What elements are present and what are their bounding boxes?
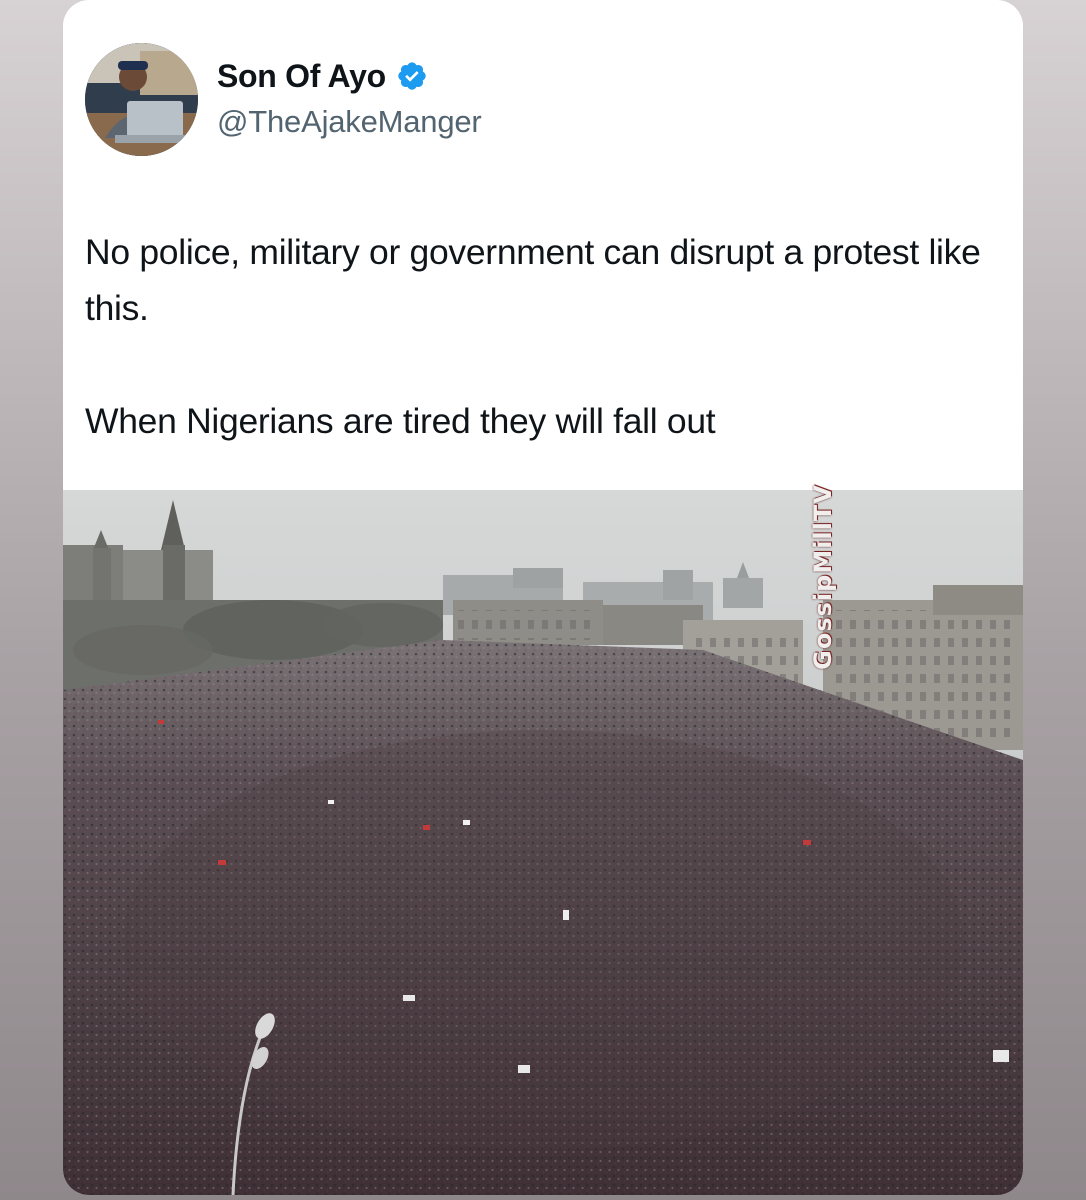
tweet-paragraph: When Nigerians are tired they will fall …: [85, 401, 716, 441]
author-display-name[interactable]: Son Of Ayo: [217, 58, 386, 95]
tweet-header: Son Of Ayo @TheAjakeManger No police, mi…: [63, 0, 1023, 490]
author-name-row: Son Of Ayo: [217, 56, 428, 96]
watermark-logo: GossipMillTV: [803, 462, 843, 692]
watermark-text: GossipMillTV: [809, 484, 838, 670]
tweet-photo[interactable]: [63, 490, 1023, 1195]
tweet-paragraph: No police, military or government can di…: [85, 232, 981, 328]
tweet-body: No police, military or government can di…: [85, 224, 1005, 449]
verified-badge-icon: [396, 60, 428, 92]
avatar-photo-icon: [85, 43, 198, 156]
aerial-crowd-photo-icon: [63, 490, 1023, 1195]
tweet-card: Son Of Ayo @TheAjakeManger No police, mi…: [63, 0, 1023, 1195]
author-handle[interactable]: @TheAjakeManger: [217, 104, 482, 140]
author-avatar[interactable]: [85, 43, 198, 156]
